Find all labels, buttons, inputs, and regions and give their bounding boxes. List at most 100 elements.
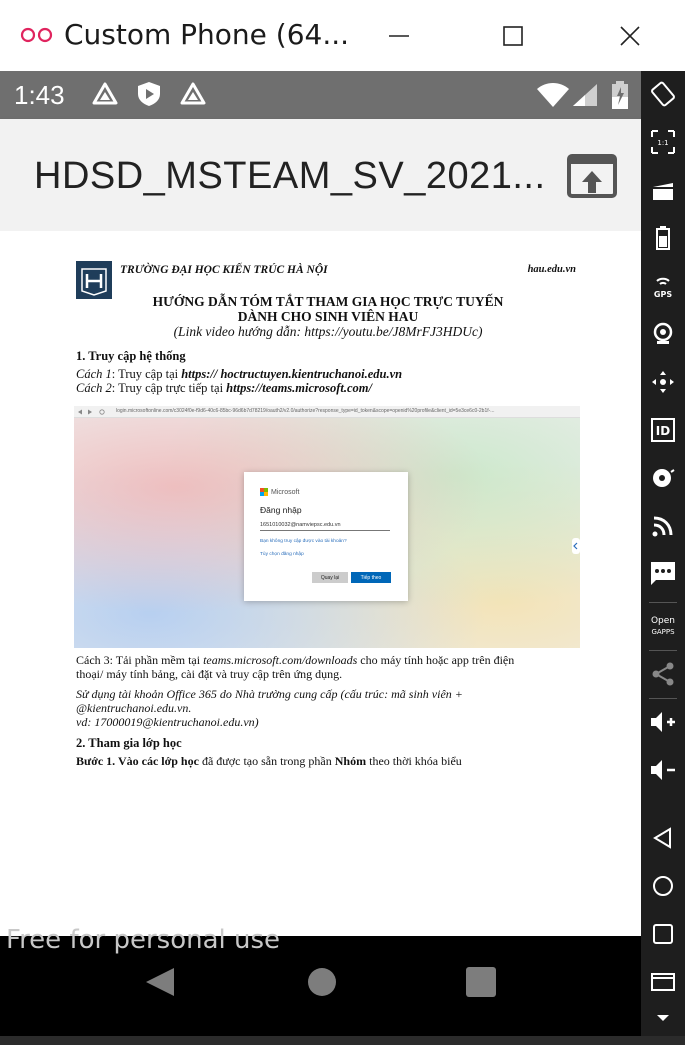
expand-icon [657, 1015, 669, 1021]
fold-button[interactable]: 1:1 [648, 127, 678, 157]
fold-icon: 1:1 [651, 130, 675, 154]
back-button[interactable] [648, 823, 678, 853]
minimize-icon [389, 35, 409, 37]
webcam-button[interactable] [648, 319, 678, 349]
status-bar: 1:43 [0, 71, 641, 119]
toolbar-divider [649, 698, 677, 699]
website-label: hau.edu.vn [527, 264, 576, 275]
toolbar-divider [649, 650, 677, 651]
login-back-button: Quay lại [312, 572, 348, 583]
back-icon [653, 827, 671, 849]
step-1-text: đã được tạo sẵn trong phần [198, 754, 335, 768]
phone-screen: 1:43 HDSD_MSTEAM_SV_2021... TRƯỜNG ĐẠI H… [0, 71, 641, 1036]
login-email-field: 1651010032@namviepsc.edu.vn [260, 522, 390, 531]
sign-in-options-link: Tùy chọn đăng nhập [260, 552, 304, 557]
browser-url: login.microsoftonline.com/c3024f0e-f9d6-… [116, 408, 495, 414]
document-page: TRƯỜNG ĐẠI HỌC KIẾN TRÚC HÀ NỘI hau.edu.… [74, 261, 580, 768]
app-bar: HDSD_MSTEAM_SV_2021... [0, 119, 641, 231]
login-heading: Đăng nhập [260, 505, 302, 515]
browser-nav-icons [78, 409, 105, 415]
step-1-bold-2: Nhóm [334, 754, 367, 768]
battery-status-icon [612, 81, 628, 109]
dpad-button[interactable] [648, 367, 678, 397]
window-title: Custom Phone (64... [64, 18, 350, 51]
dpad-icon [652, 371, 674, 393]
microsoft-brand: Microsoft [260, 488, 299, 496]
document-title: HDSD_MSTEAM_SV_2021... [34, 155, 546, 197]
home-icon [653, 876, 673, 896]
emulator-toolbar: 1:1 GPS ID Open GAPPS [641, 71, 685, 1036]
close-icon [620, 26, 640, 46]
microsoft-logo-icon [260, 488, 268, 496]
home-nav-button[interactable] [306, 966, 338, 998]
menu-icon [651, 973, 675, 991]
gps-button[interactable]: GPS [648, 271, 678, 301]
section-1-title: 1. Truy cập hệ thống [76, 349, 186, 363]
document-viewer[interactable]: TRƯỜNG ĐẠI HỌC KIẾN TRÚC HÀ NỘI hau.edu.… [0, 231, 641, 936]
svg-text:1:1: 1:1 [657, 139, 668, 147]
sms-icon [651, 562, 675, 585]
open-gapps-button[interactable]: Open GAPPS [648, 611, 678, 641]
window-bottom-edge [0, 1036, 685, 1045]
heading-line-1: HƯỚNG DẪN TÓM TẮT THAM GIA HỌC TRỰC TUYẾ… [152, 294, 504, 309]
back-nav-button[interactable] [144, 966, 176, 998]
cellular-button[interactable] [648, 511, 678, 541]
way-3-prefix: Cách 3: Tải phần mềm tại [76, 653, 204, 667]
open-external-icon[interactable] [566, 153, 618, 199]
rotate-button[interactable] [648, 79, 678, 109]
account-line-3: vd: 17000019@kientruchanoi.edu.vn) [76, 715, 259, 729]
school-name: TRƯỜNG ĐẠI HỌC KIẾN TRÚC HÀ NỘI [120, 264, 328, 276]
volume-up-icon [651, 712, 675, 732]
sms-button[interactable] [648, 559, 678, 589]
share-button[interactable] [648, 659, 678, 689]
battery-button[interactable] [648, 223, 678, 253]
fingerprint-icon [653, 469, 675, 487]
section-2-title: 2. Tham gia lớp học [76, 736, 182, 750]
document-heading: HƯỚNG DẪN TÓM TẮT THAM GIA HỌC TRỰC TUYẾ… [58, 294, 598, 324]
svg-text:GPS: GPS [654, 290, 672, 299]
svg-text:Open: Open [651, 616, 675, 626]
maximize-button[interactable] [491, 14, 535, 58]
signal-icon [573, 84, 597, 106]
battery-icon [656, 226, 670, 250]
watermark: Free for personal use [6, 925, 281, 955]
account-paragraph: Sử dụng tài khoản Office 365 do Nhà trườ… [76, 687, 546, 729]
way-3-line-2: thoại/ máy tính bảng, cài đặt và truy cậ… [76, 667, 343, 681]
screenshot-button[interactable] [648, 175, 678, 205]
embedded-login-screenshot: login.microsoftonline.com/c3024f0e-f9d6-… [74, 406, 580, 648]
volume-down-button[interactable] [648, 755, 678, 785]
login-card: Microsoft Đăng nhập 1651010032@namviepsc… [244, 472, 408, 601]
way-2-url: https://teams.microsoft.com/ [226, 381, 373, 395]
close-button[interactable] [608, 14, 652, 58]
minimize-button[interactable] [377, 14, 421, 58]
window-title-bar: Custom Phone (64... [0, 0, 685, 71]
login-next-button: Tiếp theo [351, 572, 391, 583]
maximize-icon [503, 26, 523, 46]
browser-url-bar: login.microsoftonline.com/c3024f0e-f9d6-… [74, 406, 580, 418]
overview-nav-button[interactable] [465, 966, 497, 998]
rotate-icon [651, 81, 675, 107]
fingerprint-button[interactable] [648, 463, 678, 493]
shield-icon [138, 82, 160, 106]
way-2-line: Cách 2: Truy cập trực tiếp tại https://t… [76, 381, 372, 396]
id-button[interactable]: ID [648, 415, 678, 445]
microsoft-label: Microsoft [271, 488, 300, 496]
expand-button[interactable] [648, 1003, 678, 1033]
way-1-label: Cách 1 [76, 367, 112, 381]
notification-app-icon [92, 82, 118, 105]
gps-icon: GPS [654, 277, 672, 299]
cant-access-link: Bạn không truy cập được vào tài khoản? [260, 539, 347, 544]
overview-button[interactable] [648, 919, 678, 949]
overview-icon [653, 924, 673, 944]
volume-down-icon [651, 760, 675, 780]
menu-button[interactable] [648, 967, 678, 997]
way-3-paragraph: Cách 3: Tải phần mềm tại teams.microsoft… [76, 653, 546, 681]
home-button[interactable] [648, 871, 678, 901]
way-1-url: https:// hoctructuyen.kientruchanoi.edu.… [181, 367, 403, 381]
way-3-url: teams.microsoft.com/downloads [203, 653, 358, 667]
camera-icon [653, 183, 673, 200]
step-1-text-2: theo thời khóa biểu [366, 754, 462, 768]
svg-text:ID: ID [656, 424, 670, 438]
status-time: 1:43 [14, 80, 65, 110]
volume-up-button[interactable] [648, 707, 678, 737]
